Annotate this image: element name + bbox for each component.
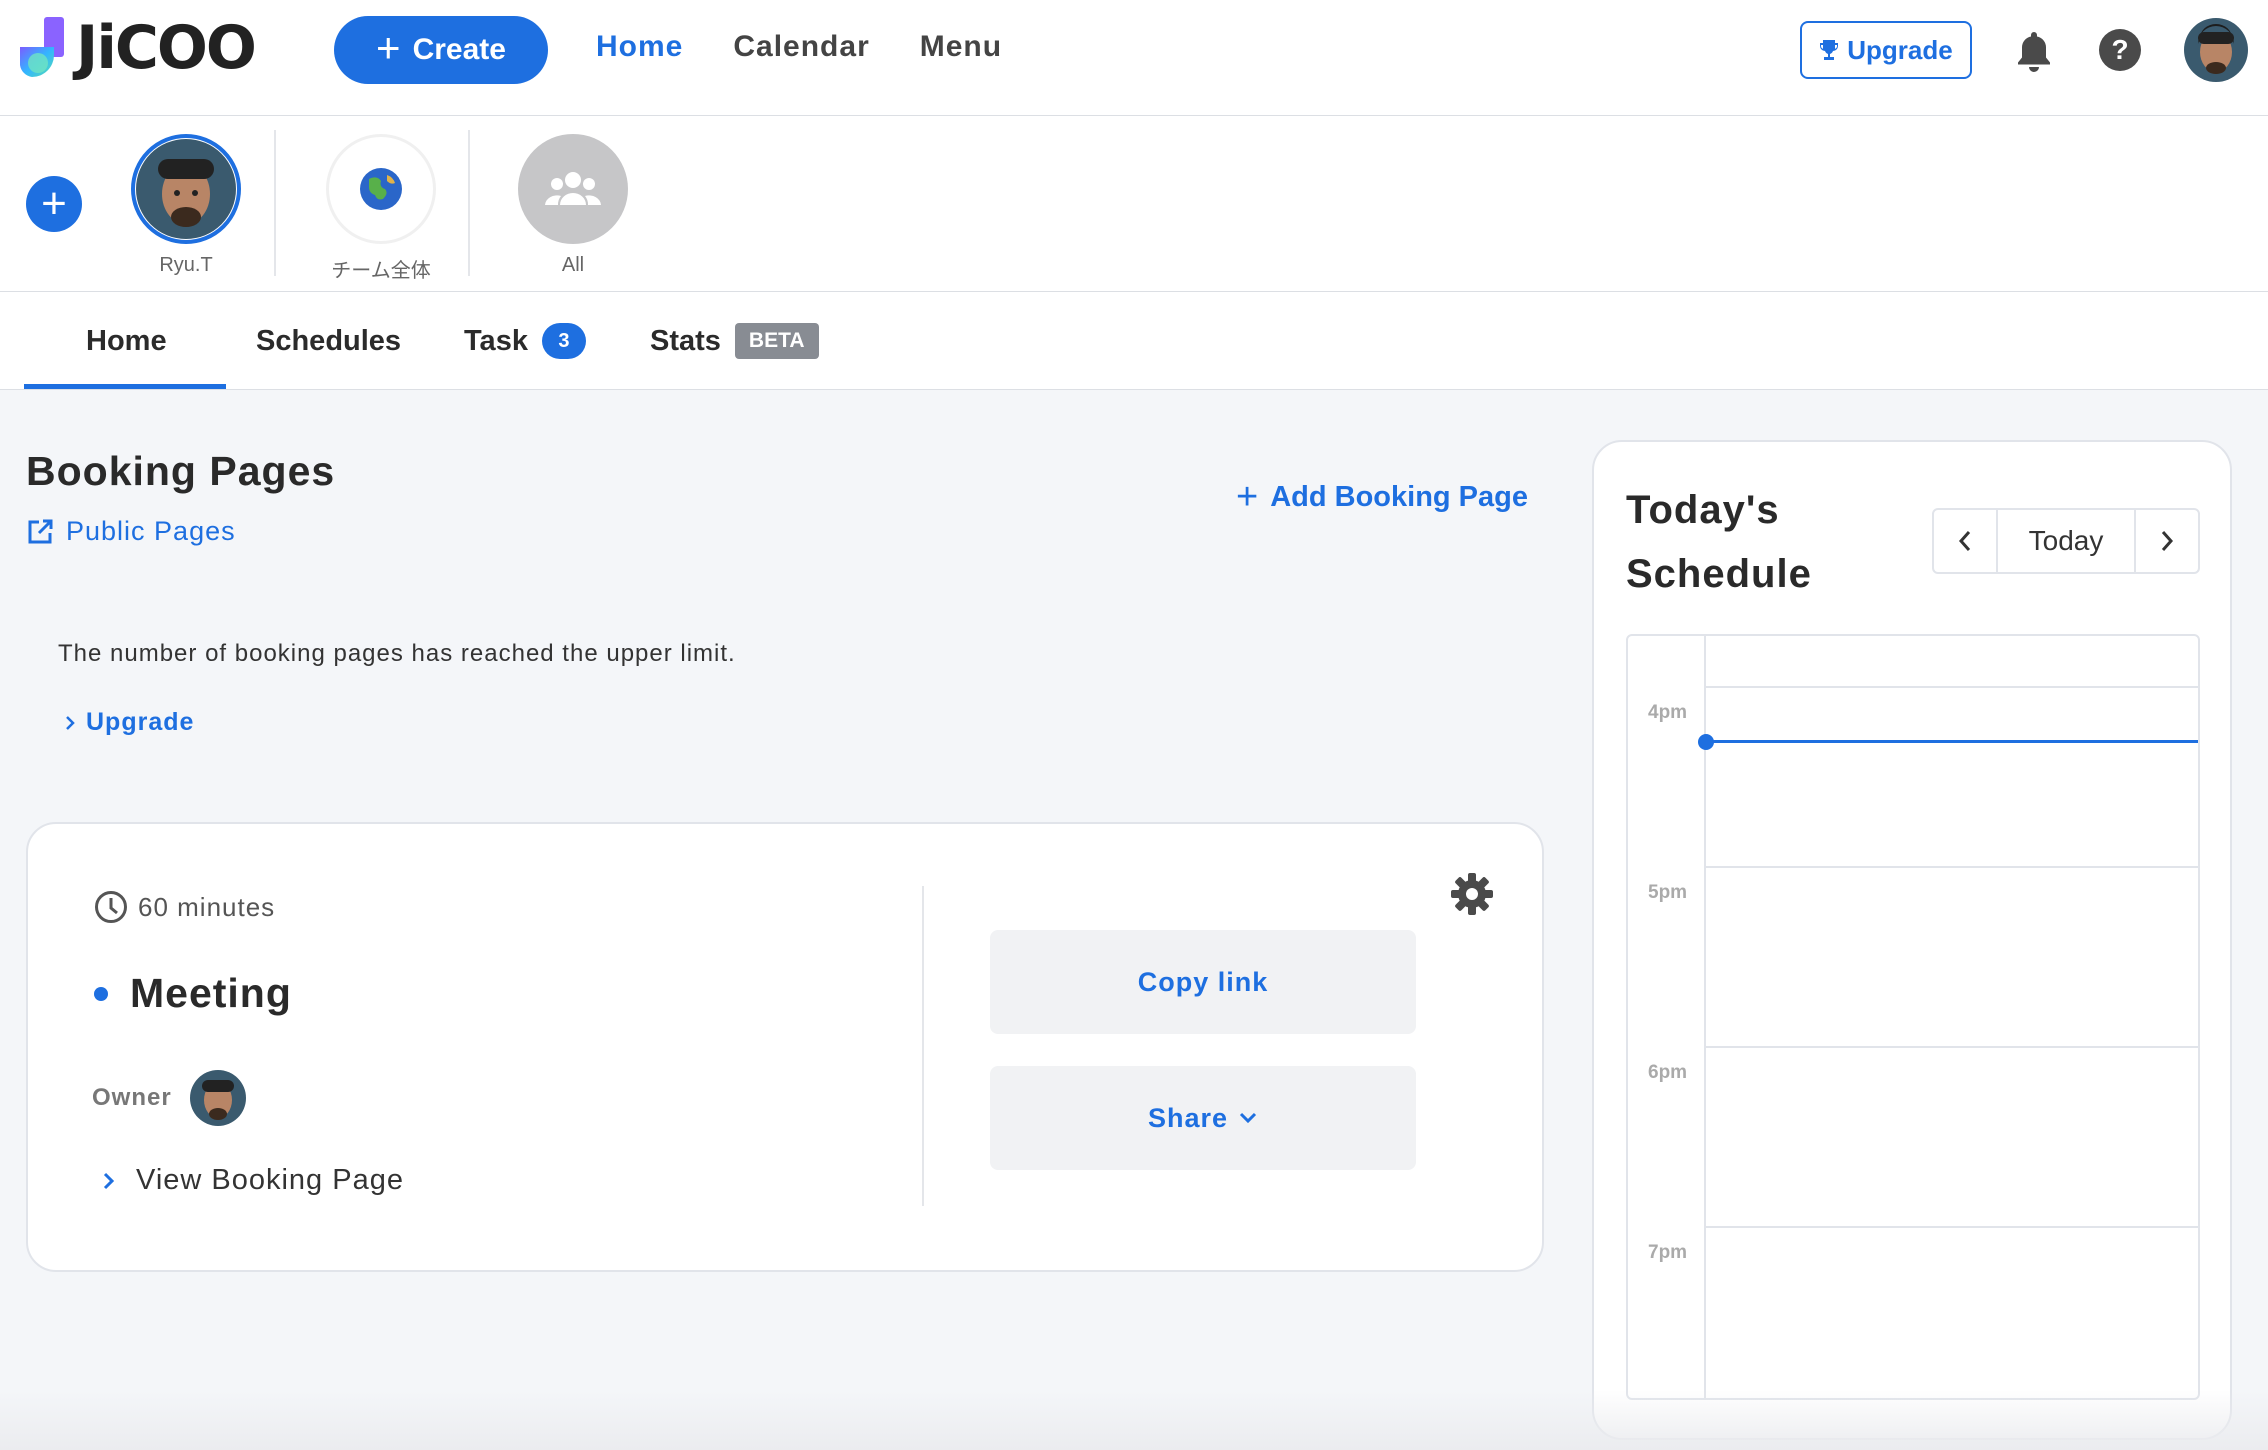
create-label: Create [412,33,506,66]
add-booking-page-button[interactable]: + Add Booking Page [1236,478,1528,516]
top-header: JiCOO + Create Home Calendar Menu Upgrad… [0,0,2268,116]
view-booking-page-link[interactable]: View Booking Page [102,1164,404,1197]
hour-label-5pm: 5pm [1648,882,1688,903]
today-button[interactable]: Today [1996,510,2136,572]
avatar [131,134,241,244]
share-label: Share [1147,1102,1229,1133]
copy-link-label: Copy link [1137,966,1269,997]
booking-name: Meeting [94,970,292,1017]
share-button[interactable]: Share [990,1066,1416,1170]
hour-label-6pm: 6pm [1648,1062,1688,1083]
todays-schedule-panel: Today's Schedule Today 4pm 5pm 6pm 7pm [1592,440,2232,1440]
color-dot [94,986,108,1001]
nav-calendar[interactable]: Calendar [733,30,869,64]
chevron-right-icon [2161,531,2174,551]
member-strip: + Ryu.T チーム全体 All [0,116,2268,292]
current-time-dot [1698,734,1714,750]
logo-text: JiCOO [76,13,257,83]
duration-label: 60 minutes [138,891,276,922]
owner-photo [189,1070,246,1126]
duration: 60 minutes [94,890,275,924]
tab-label: Stats [650,324,721,357]
plus-icon: + [1236,476,1259,518]
tab-label: Task [464,324,528,357]
add-member-button[interactable]: + [26,176,82,232]
section-tabs: Home Schedules Task 3 Stats BETA [0,292,2268,390]
plus-icon: + [376,24,401,71]
hour-label-4pm: 4pm [1648,702,1688,723]
upgrade-button[interactable]: Upgrade [1800,21,1972,79]
upgrade-label: Upgrade [1847,34,1953,65]
copy-link-button[interactable]: Copy link [990,930,1416,1034]
add-booking-page-label: Add Booking Page [1270,480,1528,513]
top-navigation: Home Calendar Menu [596,30,1002,64]
divider [922,886,924,1206]
bell-icon[interactable] [2014,30,2054,72]
task-count-badge: 3 [541,323,586,359]
public-pages-label: Public Pages [66,516,236,546]
clock-icon [95,891,127,923]
active-tab-indicator [24,384,226,389]
tab-label: Schedules [256,324,402,357]
hour-line [1704,686,2198,688]
external-link-icon [28,519,53,543]
member-label: All [561,254,585,276]
schedule-timeline[interactable]: 4pm 5pm 6pm 7pm [1626,634,2200,1400]
chevron-down-icon [1239,1112,1257,1124]
tab-schedules[interactable]: Schedules [256,292,401,390]
owner-avatar [189,1070,246,1126]
member-team[interactable]: チーム全体 [311,134,451,283]
member-label: チーム全体 [331,260,431,282]
tab-task[interactable]: Task 3 [464,292,586,390]
owner-label: Owner [92,1084,172,1111]
chevron-left-icon [1958,531,1971,551]
upgrade-link-label: Upgrade [86,708,195,736]
upgrade-link[interactable]: Upgrade [64,708,194,737]
hour-label-7pm: 7pm [1648,1242,1688,1263]
chevron-right-icon [66,715,75,730]
beta-badge: BETA [734,323,819,359]
user-avatar[interactable] [2184,18,2248,82]
jicoo-logo-icon [20,17,64,77]
member-label: Ryu.T [159,254,213,276]
hour-line [1704,866,2198,868]
avatar-photo [2184,18,2248,82]
current-time-line [1706,740,2198,743]
help-icon[interactable]: ? [2098,28,2142,72]
group-icon [545,172,601,205]
chevron-right-icon [103,1172,115,1189]
booking-page-card: 60 minutes Meeting Owner View Booking Pa… [26,822,1544,1272]
trophy-icon [1820,40,1839,60]
app-logo[interactable]: JiCOO [16,13,257,83]
schedule-title: Today's Schedule [1626,488,1812,596]
public-pages-link[interactable]: Public Pages [26,516,236,547]
limit-message: The number of booking pages has reached … [58,640,736,667]
svg-text:?: ? [2111,34,2128,65]
owner-row: Owner [92,1070,246,1126]
nav-home[interactable]: Home [596,30,683,64]
prev-day-button[interactable] [1934,510,1996,572]
member-all[interactable]: All [503,134,643,277]
booking-pages-title: Booking Pages [26,448,336,494]
gear-icon[interactable] [1450,872,1494,916]
date-navigator: Today [1932,508,2200,574]
member-ryu[interactable]: Ryu.T [116,134,256,277]
avatar [518,134,628,244]
divider [274,130,276,276]
view-booking-page-label: View Booking Page [136,1164,404,1196]
hour-line [1704,1226,2198,1228]
booking-name-label: Meeting [130,970,292,1016]
create-button[interactable]: + Create [334,16,548,84]
tab-stats[interactable]: Stats BETA [650,292,819,390]
divider [468,130,470,276]
nav-menu[interactable]: Menu [920,30,1002,64]
globe-icon [360,168,402,210]
member-photo [136,139,236,239]
time-axis-line [1704,636,1706,1398]
hour-line [1704,1046,2198,1048]
next-day-button[interactable] [2136,510,2198,572]
tab-home[interactable]: Home [86,292,167,390]
avatar [326,134,436,244]
tab-label: Home [86,324,167,357]
